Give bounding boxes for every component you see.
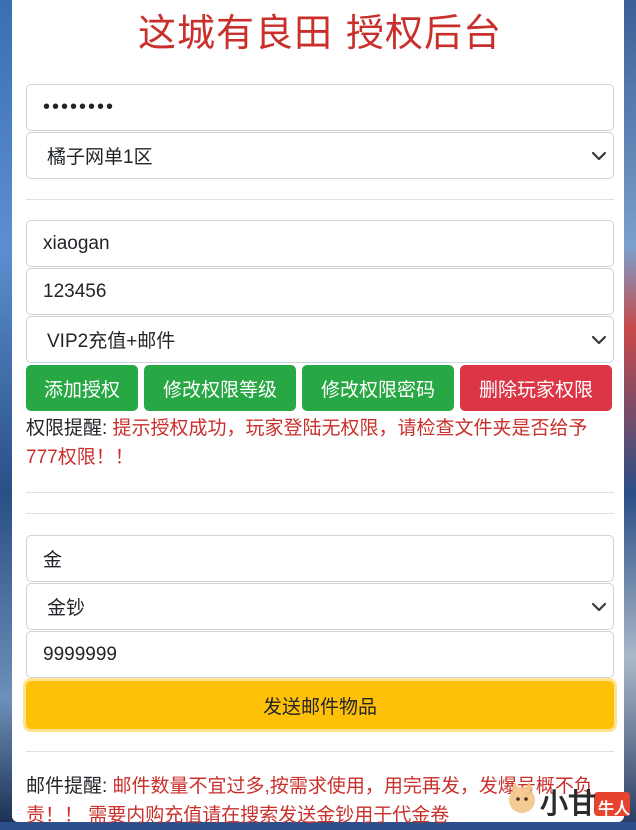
permission-level-value: VIP2充值+邮件 [47, 331, 176, 352]
server-select[interactable]: 橘子网单1区 [26, 132, 614, 179]
delete-permission-button[interactable]: 删除玩家权限 [460, 365, 612, 411]
item-search-value: 金 [43, 550, 63, 571]
server-select-value: 橘子网单1区 [47, 147, 153, 168]
auth-button-row: 添加授权 修改权限等级 修改权限密码 删除玩家权限 [26, 365, 614, 411]
admin-password-value: •••••••• [43, 96, 116, 118]
username-value: xiaogan [43, 232, 110, 254]
add-auth-button[interactable]: 添加授权 [26, 365, 138, 411]
user-password-value: 123456 [43, 280, 107, 302]
permission-notice: 权限提醒: 提示授权成功，玩家登陆无权限，请检查文件夹是否给予777权限！！ [26, 414, 614, 472]
admin-password-field[interactable]: •••••••• [26, 84, 614, 131]
item-select-value: 金钞 [47, 598, 86, 619]
permission-level-select[interactable]: VIP2充值+邮件 [26, 316, 614, 363]
permission-notice-label: 权限提醒: [26, 418, 108, 439]
mail-notice-label: 邮件提醒: [26, 776, 108, 797]
user-password-field[interactable]: 123456 [26, 268, 614, 315]
site-watermark: 小甘 牛人 [506, 778, 632, 820]
send-mail-button[interactable]: 发送邮件物品 [26, 681, 614, 729]
chevron-down-icon [591, 151, 607, 161]
watermark-badge-text: 牛人 [598, 799, 631, 818]
watermark-main-text: 小甘 [540, 787, 597, 820]
chevron-down-icon [591, 602, 607, 612]
quantity-field[interactable]: 9999999 [26, 631, 614, 678]
page-title: 这城有良田 授权后台 [137, 11, 503, 55]
item-select[interactable]: 金钞 [26, 583, 614, 630]
modify-level-button[interactable]: 修改权限等级 [144, 365, 296, 411]
quantity-value: 9999999 [43, 643, 117, 665]
permission-notice-text: 提示授权成功，玩家登陆无权限，请检查文件夹是否给予777权限！！ [26, 418, 588, 468]
admin-panel: 这城有良田 授权后台 •••••••• 橘子网单1区 xiaogan 12345… [12, 0, 624, 826]
item-search-field[interactable]: 金 [26, 535, 614, 582]
chevron-down-icon [591, 335, 607, 345]
username-field[interactable]: xiaogan [26, 220, 614, 267]
modify-password-button[interactable]: 修改权限密码 [302, 365, 454, 411]
